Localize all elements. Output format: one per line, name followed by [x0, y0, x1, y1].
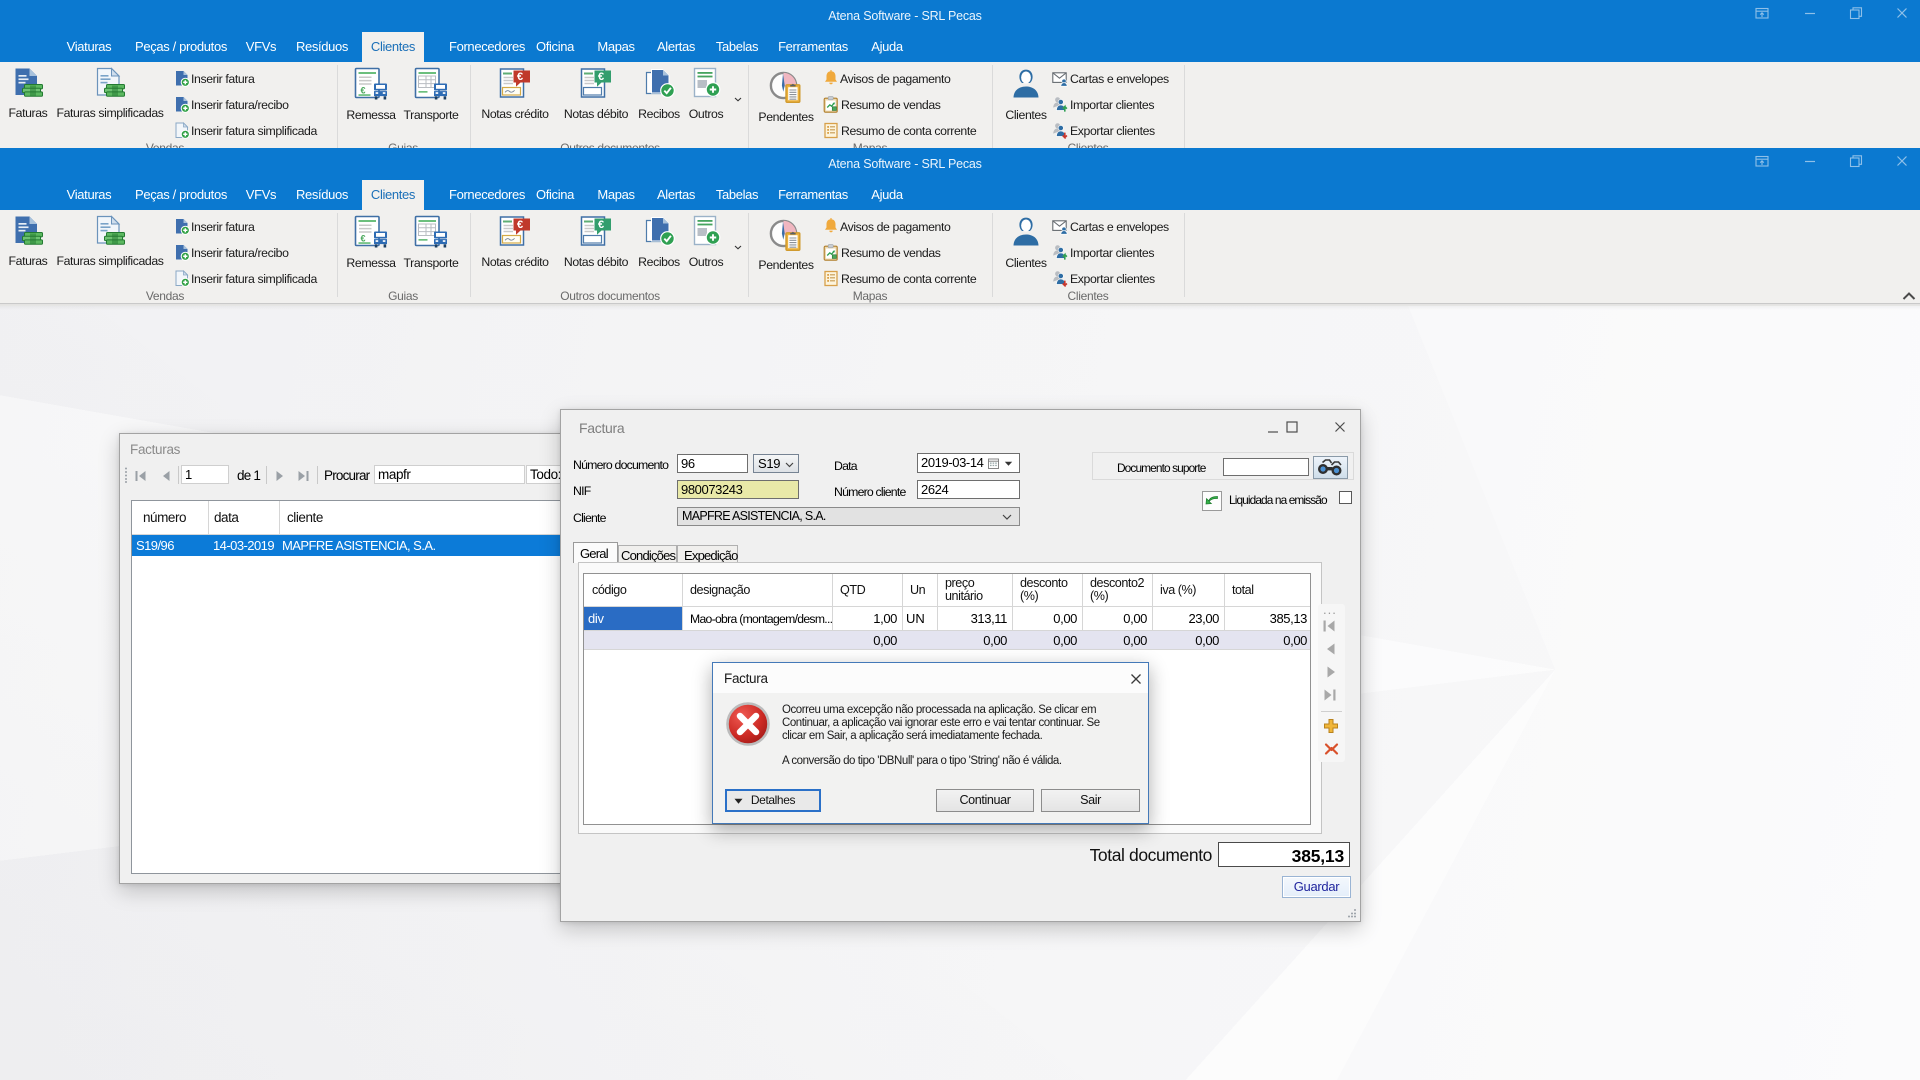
- svg-text:€: €: [598, 219, 604, 231]
- svg-text:€: €: [517, 71, 523, 83]
- svg-text:€: €: [361, 86, 366, 96]
- svg-text:€: €: [517, 219, 523, 231]
- svg-text:€: €: [598, 71, 604, 83]
- svg-text:€: €: [361, 234, 366, 244]
